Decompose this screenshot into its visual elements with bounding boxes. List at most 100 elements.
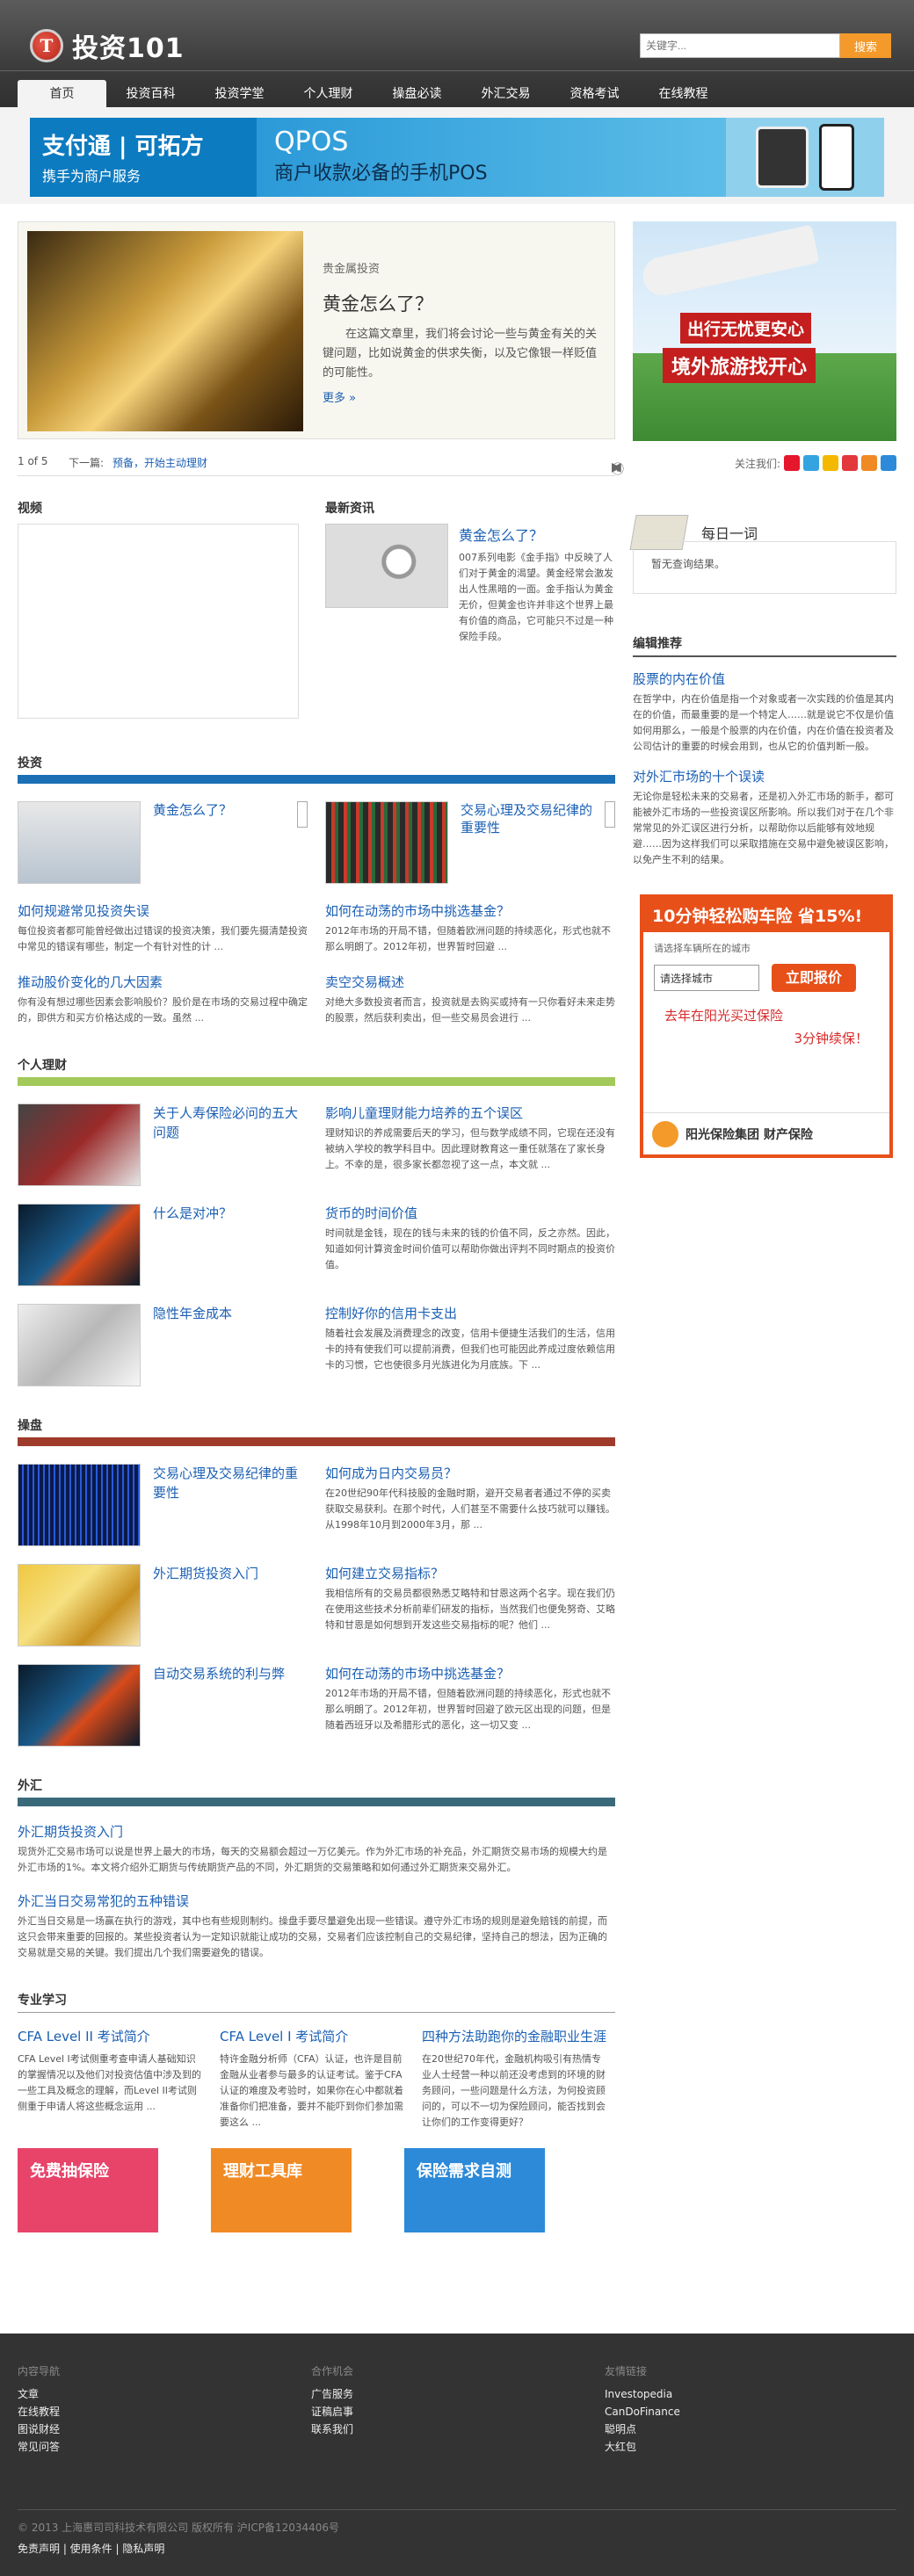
qzone-icon[interactable] — [823, 455, 838, 471]
finance-row-2-right: 货币的时间价值 时间就是金钱，现在的钱与未来的钱的价值不同，反之亦然。因此，知道… — [325, 1204, 615, 1286]
wallstreet-thumbnail[interactable] — [18, 1103, 141, 1186]
trading-row-1-right-title[interactable]: 如何成为日内交易员？ — [325, 1464, 615, 1482]
editor-item-2: 对外汇市场的十个误读 无论你是轻松未来的交易者，还是初入外汇市场的新手，都可能被… — [633, 767, 896, 868]
forex-item-2-title[interactable]: 外汇当日交易常犯的五种错误 — [18, 1892, 615, 1910]
trading-row-1-left-title[interactable]: 交易心理及交易纪律的重要性 — [153, 1464, 308, 1546]
trading-row-2-right-title[interactable]: 如何建立交易指标？ — [325, 1564, 615, 1582]
finance-row-2-right-title[interactable]: 货币的时间价值 — [325, 1204, 615, 1222]
finance-row-1-left-title[interactable]: 关于人寿保险必问的五大问题 — [153, 1103, 308, 1186]
banner-left: 支付通 | 可拓方 携手为商户服务 — [30, 118, 257, 197]
footer-link[interactable]: 图说财经 — [18, 2420, 60, 2438]
footer-link[interactable]: 证稿启事 — [311, 2403, 353, 2420]
search-input[interactable] — [640, 33, 840, 58]
invest-bar — [18, 775, 615, 784]
nav-item-personal-finance[interactable]: 个人理财 — [284, 80, 373, 108]
logo-text: 投资101 — [72, 33, 185, 64]
footer-link[interactable]: CanDoFinance — [605, 2403, 680, 2420]
insurance-test-button[interactable]: 保险需求自测 — [404, 2148, 545, 2232]
footer-link[interactable]: 聪明点 — [605, 2420, 680, 2438]
nav-item-home[interactable]: 首页 — [18, 80, 106, 108]
invest-pair-2-title[interactable]: 交易心理及交易纪律的重要性 — [461, 801, 599, 836]
travel-insurance-ad[interactable]: 出行无忧更安心 境外旅游找开心 — [633, 221, 896, 441]
footer-link[interactable]: 广告服务 — [311, 2385, 353, 2403]
editor-item-2-title[interactable]: 对外汇市场的十个误读 — [633, 767, 896, 785]
nav-item-trading[interactable]: 操盘必读 — [373, 80, 461, 108]
legal-links[interactable]: 免责声明 | 使用条件 | 隐私声明 — [18, 2541, 164, 2556]
forex-item-1-title[interactable]: 外汇期货投资入门 — [18, 1822, 615, 1841]
hedge-thumbnail[interactable] — [18, 1204, 141, 1286]
invest-pair-1-title[interactable]: 黄金怎么了？ — [153, 801, 232, 819]
trading-row-3-right-title[interactable]: 如何在动荡的市场中挑选基金？ — [325, 1664, 615, 1682]
finance-row-1-right-title[interactable]: 影响儿童理财能力培养的五个误区 — [325, 1103, 615, 1122]
latest-news-title[interactable]: 黄金怎么了？ — [459, 524, 615, 545]
nav-item-forex[interactable]: 外汇交易 — [461, 80, 550, 108]
stock-board-thumbnail[interactable] — [325, 801, 448, 884]
footer-link[interactable]: 大红包 — [605, 2438, 680, 2456]
invest-text-4-title[interactable]: 卖空交易概述 — [325, 973, 615, 991]
trading-bar — [18, 1437, 615, 1446]
editor-item-1: 股票的内在价值 在哲学中，内在价值是指一个对象或者一次实践的价值是其内在的价值，… — [633, 669, 896, 755]
qq-weibo-icon[interactable] — [803, 455, 819, 471]
finance-row-2-left-title[interactable]: 什么是对冲？ — [153, 1204, 232, 1286]
scroll-control[interactable] — [605, 801, 615, 828]
invest-pair-2: 交易心理及交易纪律的重要性 — [325, 801, 615, 884]
footer-link[interactable]: 联系我们 — [311, 2420, 353, 2438]
trading-row-2-left-title[interactable]: 外汇期货投资入门 — [153, 1564, 258, 1646]
footer-link[interactable]: 文章 — [18, 2385, 60, 2403]
trading-row-3-right-desc: 2012年市场的开局不错，但随着欧洲问题的持续恶化，形式也就不那么明朗了。201… — [325, 1688, 611, 1731]
invest-text-1-title[interactable]: 如何规避常见投资失误 — [18, 901, 308, 920]
qpos-banner-ad[interactable]: 支付通 | 可拓方 携手为商户服务 QPOS 商户收款必备的手机POS — [30, 118, 884, 197]
feature-more-link[interactable]: 更多 » — [323, 388, 604, 405]
magnifier-thumbnail[interactable] — [325, 524, 448, 608]
renren-icon[interactable] — [842, 455, 858, 471]
invest-text-2-title[interactable]: 如何在动荡的市场中挑选基金？ — [325, 901, 615, 920]
footer-link[interactable]: Investopedia — [605, 2385, 680, 2403]
airplane-image — [639, 224, 820, 300]
video-player[interactable] — [18, 524, 299, 719]
douban-icon[interactable] — [861, 455, 877, 471]
study-item-1: CFA Level II 考试简介 CFA Level I考试侧重考查申请人基础… — [18, 2027, 202, 2131]
banner-devices — [726, 118, 884, 197]
latest-news-text: 黄金怎么了？ 007系列电影《金手指》中反映了人们对于黄金的渴望。黄金经常会激发… — [459, 524, 615, 645]
site-logo[interactable]: T 投资101 — [30, 26, 185, 65]
gold-bars-image[interactable] — [27, 231, 303, 431]
pager-next-links[interactable]: 预备，开始主动理财 — [112, 455, 207, 470]
study-item-3-desc: 在20世纪70年代，金融机构吸引有热情专业人士经营一种以前还没考虑到的环境的财务… — [422, 2053, 606, 2128]
study-item-2-title[interactable]: CFA Level I 考试简介 — [220, 2027, 404, 2046]
auto-trade-thumbnail[interactable] — [18, 1664, 141, 1747]
city-select[interactable]: 请选择城市 — [654, 965, 759, 991]
footer-col-partner: 合作机会 广告服务 证稿启事 联系我们 — [311, 2363, 353, 2438]
nav-item-school[interactable]: 投资学堂 — [195, 80, 284, 108]
feature-pager: 1 of 5 下一篇: 预备，开始主动理财 ◀ ⓘ ▶ — [18, 448, 624, 477]
invest-text-row-2: 推动股价变化的几大因素 你有没有想过哪些因素会影响股价？股价是在市场的交易过程中… — [18, 973, 615, 1026]
finance-row-1-left: 关于人寿保险必问的五大问题 — [18, 1103, 308, 1186]
nav-item-tutorials[interactable]: 在线教程 — [639, 80, 728, 108]
free-insurance-button[interactable]: 免费抽保险 — [18, 2148, 158, 2232]
invest-text-3-title[interactable]: 推动股价变化的几大因素 — [18, 973, 308, 991]
footer-link[interactable]: 在线教程 — [18, 2403, 60, 2420]
finance-tools-button[interactable]: 理财工具库 — [211, 2148, 352, 2232]
scroll-control[interactable] — [297, 801, 308, 828]
pager-next-label: 下一篇: — [69, 457, 105, 469]
wheat-thumbnail[interactable] — [18, 1564, 141, 1646]
meeting-thumbnail[interactable] — [18, 801, 141, 884]
search-box: 搜索 — [640, 33, 891, 58]
finance-row-3-right: 控制好你的信用卡支出 随着社会发展及消费理念的改变，信用卡便捷生活我们的生活，信… — [325, 1304, 615, 1386]
annuity-thumbnail[interactable] — [18, 1304, 141, 1386]
study-item-3-title[interactable]: 四种方法助跑你的金融职业生涯 — [422, 2027, 606, 2046]
get-quote-button[interactable]: 立即报价 — [771, 964, 856, 992]
nav-item-exams[interactable]: 资格考试 — [550, 80, 639, 108]
feature-title[interactable]: 黄金怎么了？ — [323, 290, 604, 316]
finance-row-3-right-title[interactable]: 控制好你的信用卡支出 — [325, 1304, 615, 1322]
weibo-icon[interactable] — [784, 455, 800, 471]
people-icon[interactable] — [881, 455, 896, 471]
search-button[interactable]: 搜索 — [840, 33, 891, 58]
chart-thumbnail[interactable] — [18, 1464, 141, 1546]
trading-row-3-left-title[interactable]: 自动交易系统的利与弊 — [153, 1664, 285, 1747]
study-item-1-title[interactable]: CFA Level II 考试简介 — [18, 2027, 202, 2046]
next-arrow-icon[interactable]: ▶ — [612, 460, 621, 474]
finance-row-3-left-title[interactable]: 隐性年金成本 — [153, 1304, 232, 1386]
editor-item-1-title[interactable]: 股票的内在价值 — [633, 669, 896, 688]
footer-link[interactable]: 常见问答 — [18, 2438, 60, 2456]
nav-item-encyclopedia[interactable]: 投资百科 — [106, 80, 195, 108]
